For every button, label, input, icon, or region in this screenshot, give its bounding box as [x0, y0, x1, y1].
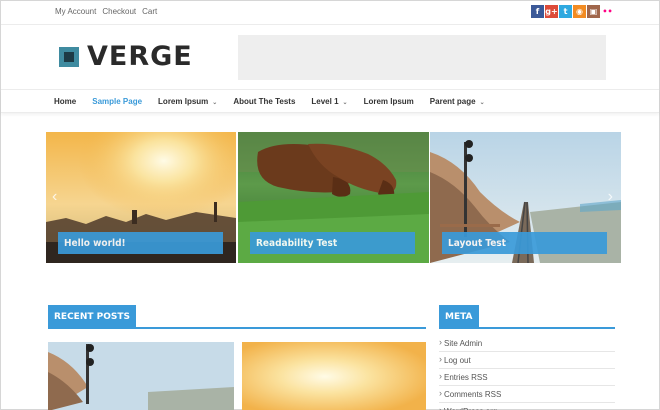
recent-posts-heading: RECENT POSTS	[48, 305, 426, 329]
slider-prev-arrow-icon[interactable]: ‹	[52, 188, 57, 206]
nav-item-label: Home	[54, 97, 77, 106]
my-account-link[interactable]: My Account	[55, 7, 96, 16]
top-bar: My Account Checkout Cart f g+ t ◉ ▣ ••	[1, 1, 659, 25]
googleplus-icon[interactable]: g+	[545, 5, 558, 18]
nav-item-home[interactable]: Home	[54, 97, 76, 106]
meta-link-wordpress-org[interactable]: WordPress.org	[439, 403, 615, 410]
slide-caption[interactable]: Layout Test	[442, 232, 607, 254]
nav-item-label: Level 1	[311, 97, 339, 106]
slide-layout-test[interactable]: › Layout Test	[430, 132, 621, 263]
chevron-down-icon: ⌄	[212, 100, 218, 106]
recent-post-thumb-sunset[interactable]	[242, 342, 426, 410]
nav-item-sample-page[interactable]: Sample Page	[92, 97, 142, 106]
logo-text: VERGE	[87, 41, 193, 72]
slide-caption[interactable]: Readability Test	[250, 232, 415, 254]
nav-item-label: Sample Page	[92, 97, 143, 106]
recent-post-thumb-railway[interactable]	[48, 342, 234, 410]
site-logo[interactable]: VERGE	[59, 41, 193, 72]
nav-item-level-1[interactable]: Level 1 ⌄	[311, 97, 347, 106]
nav-item-label: Lorem Ipsum	[158, 97, 209, 106]
nav-item-label: Lorem Ipsum	[363, 97, 414, 106]
cart-link[interactable]: Cart	[142, 7, 157, 16]
social-icons: f g+ t ◉ ▣ ••	[531, 5, 614, 18]
instagram-icon[interactable]: ▣	[587, 5, 600, 18]
featured-slider: ‹ Hello world! Readability Test › Layout…	[46, 132, 621, 263]
slide-readability-test[interactable]: Readability Test	[238, 132, 429, 263]
slide-hello-world[interactable]: ‹ Hello world!	[46, 132, 237, 263]
meta-link-site-admin[interactable]: Site Admin	[439, 335, 615, 352]
nav-item-label: Parent page	[429, 97, 476, 106]
main-navigation: Home Sample Page Lorem Ipsum ⌄ About The Tes…	[1, 89, 659, 113]
header-ad-banner[interactable]	[238, 35, 606, 80]
meta-link-entries-rss[interactable]: Entries RSS	[439, 369, 615, 386]
checkout-link[interactable]: Checkout	[102, 7, 136, 16]
meta-list: Site AdminLog outEntries RSSComments RSS…	[439, 335, 615, 410]
nav-item-lorem-ipsum[interactable]: Lorem Ipsum ⌄	[158, 97, 217, 106]
meta-link-log-out[interactable]: Log out	[439, 352, 615, 369]
nav-item-parent-page[interactable]: Parent page ⌄	[430, 97, 485, 106]
nav-item-lorem-ipsum[interactable]: Lorem Ipsum	[364, 97, 414, 106]
meta-link-comments-rss[interactable]: Comments RSS	[439, 386, 615, 403]
nav-item-about-the-tests[interactable]: About The Tests	[233, 97, 295, 106]
chevron-down-icon: ⌄	[342, 100, 348, 106]
logo-mark-icon	[59, 46, 79, 67]
meta-heading: META	[439, 305, 615, 329]
account-links: My Account Checkout Cart	[55, 7, 157, 16]
chevron-down-icon: ⌄	[479, 100, 485, 106]
recent-posts-title: RECENT POSTS	[48, 305, 136, 329]
nav-item-label: About The Tests	[233, 97, 296, 106]
sunset-thumb-image	[242, 342, 426, 410]
nav-menu: Home Sample Page Lorem Ipsum ⌄ About The Tes…	[54, 97, 501, 106]
twitter-icon[interactable]: t	[559, 5, 572, 18]
meta-title: META	[439, 305, 479, 329]
railway-thumb-image	[48, 342, 234, 410]
slider-next-arrow-icon[interactable]: ›	[608, 188, 613, 206]
rss-icon[interactable]: ◉	[573, 5, 586, 18]
facebook-icon[interactable]: f	[531, 5, 544, 18]
flickr-icon[interactable]: ••	[601, 5, 614, 18]
slide-caption[interactable]: Hello world!	[58, 232, 223, 254]
